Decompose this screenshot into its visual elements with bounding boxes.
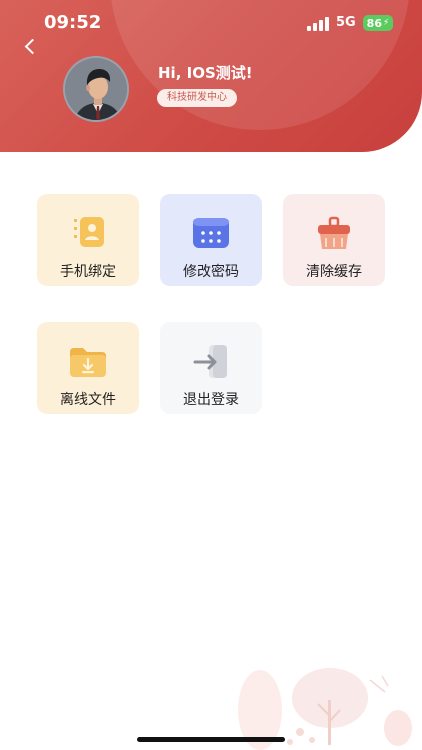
avatar <box>63 56 129 122</box>
charging-icon: ⚡ <box>382 18 390 28</box>
menu-label: 清除缓存 <box>306 264 362 280</box>
clear-cache-icon <box>314 216 354 252</box>
department-badge: 科技研发中心 <box>157 89 237 107</box>
chevron-left-icon[interactable] <box>20 36 42 58</box>
menu-label: 手机绑定 <box>60 264 116 280</box>
status-bar: 09:52 5G 86 ⚡ <box>0 0 422 46</box>
phone-contact-icon <box>68 216 108 252</box>
profile-header: 09:52 5G 86 ⚡ Hi, IOS测试! 科技研发中心 <box>0 0 422 152</box>
menu-logout[interactable]: 退出登录 <box>160 322 262 414</box>
menu-phone-binding[interactable]: 手机绑定 <box>37 194 139 286</box>
signal-icon <box>307 17 329 31</box>
menu-clear-cache[interactable]: 清除缓存 <box>283 194 385 286</box>
network-type: 5G <box>336 15 356 30</box>
menu-label: 退出登录 <box>183 392 239 408</box>
battery-icon: 86 ⚡ <box>363 15 393 31</box>
menu-offline-files[interactable]: 离线文件 <box>37 322 139 414</box>
password-keypad-icon <box>191 216 231 252</box>
status-time: 09:52 <box>44 12 102 33</box>
menu-label: 修改密码 <box>183 264 239 280</box>
home-indicator[interactable] <box>137 737 285 742</box>
menu-label: 离线文件 <box>60 392 116 408</box>
download-folder-icon <box>68 344 108 380</box>
greeting-text: Hi, IOS测试! <box>158 64 253 82</box>
battery-level: 86 <box>366 16 382 30</box>
logout-icon <box>191 344 231 380</box>
decorative-illustration <box>0 640 422 750</box>
menu-change-password[interactable]: 修改密码 <box>160 194 262 286</box>
